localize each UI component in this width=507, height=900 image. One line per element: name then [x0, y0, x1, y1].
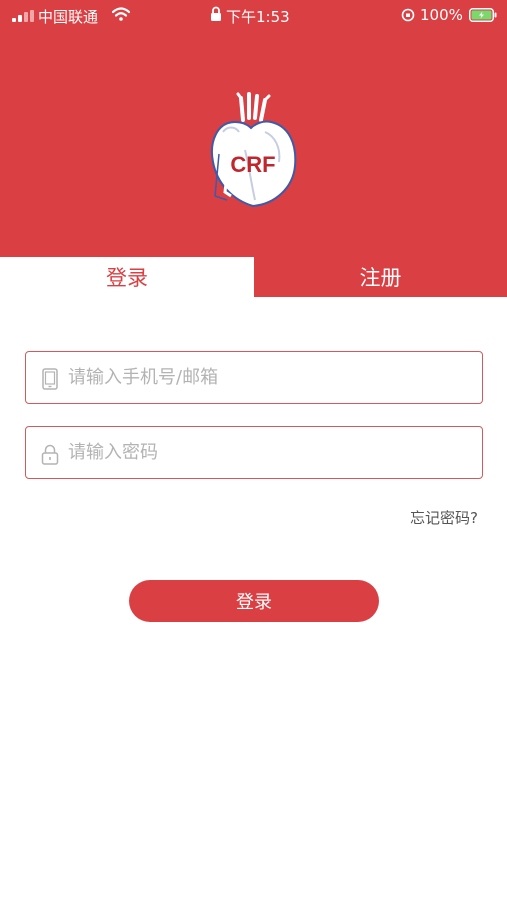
- orientation-lock-icon: [211, 6, 221, 21]
- phone-field[interactable]: [25, 351, 483, 404]
- tab-register[interactable]: 注册: [254, 257, 507, 297]
- auth-tabs: 登录 注册: [0, 257, 507, 297]
- wifi-icon: [112, 7, 130, 21]
- forgot-password-link[interactable]: 忘记密码?: [410, 507, 478, 528]
- tab-login[interactable]: 登录: [0, 257, 254, 297]
- password-input[interactable]: [68, 427, 473, 477]
- logo-text: CRF: [230, 152, 275, 177]
- carrier-name: 中国联通: [38, 8, 99, 26]
- battery-percent: 100%: [420, 6, 463, 24]
- status-time: 下午1:53: [226, 8, 290, 26]
- heart-logo: CRF: [211, 92, 297, 208]
- login-button[interactable]: 登录: [129, 580, 379, 622]
- header-banner: 中国联通 下午1:53 100% CRF: [0, 0, 507, 297]
- battery-icon: [469, 8, 497, 22]
- signal-icon: [12, 10, 34, 22]
- phone-icon: [42, 368, 58, 390]
- status-bar: 中国联通 下午1:53 100%: [0, 0, 507, 30]
- lock-icon: [41, 444, 59, 465]
- password-field[interactable]: [25, 426, 483, 479]
- phone-input[interactable]: [68, 352, 473, 402]
- rotation-lock-icon: [401, 8, 415, 22]
